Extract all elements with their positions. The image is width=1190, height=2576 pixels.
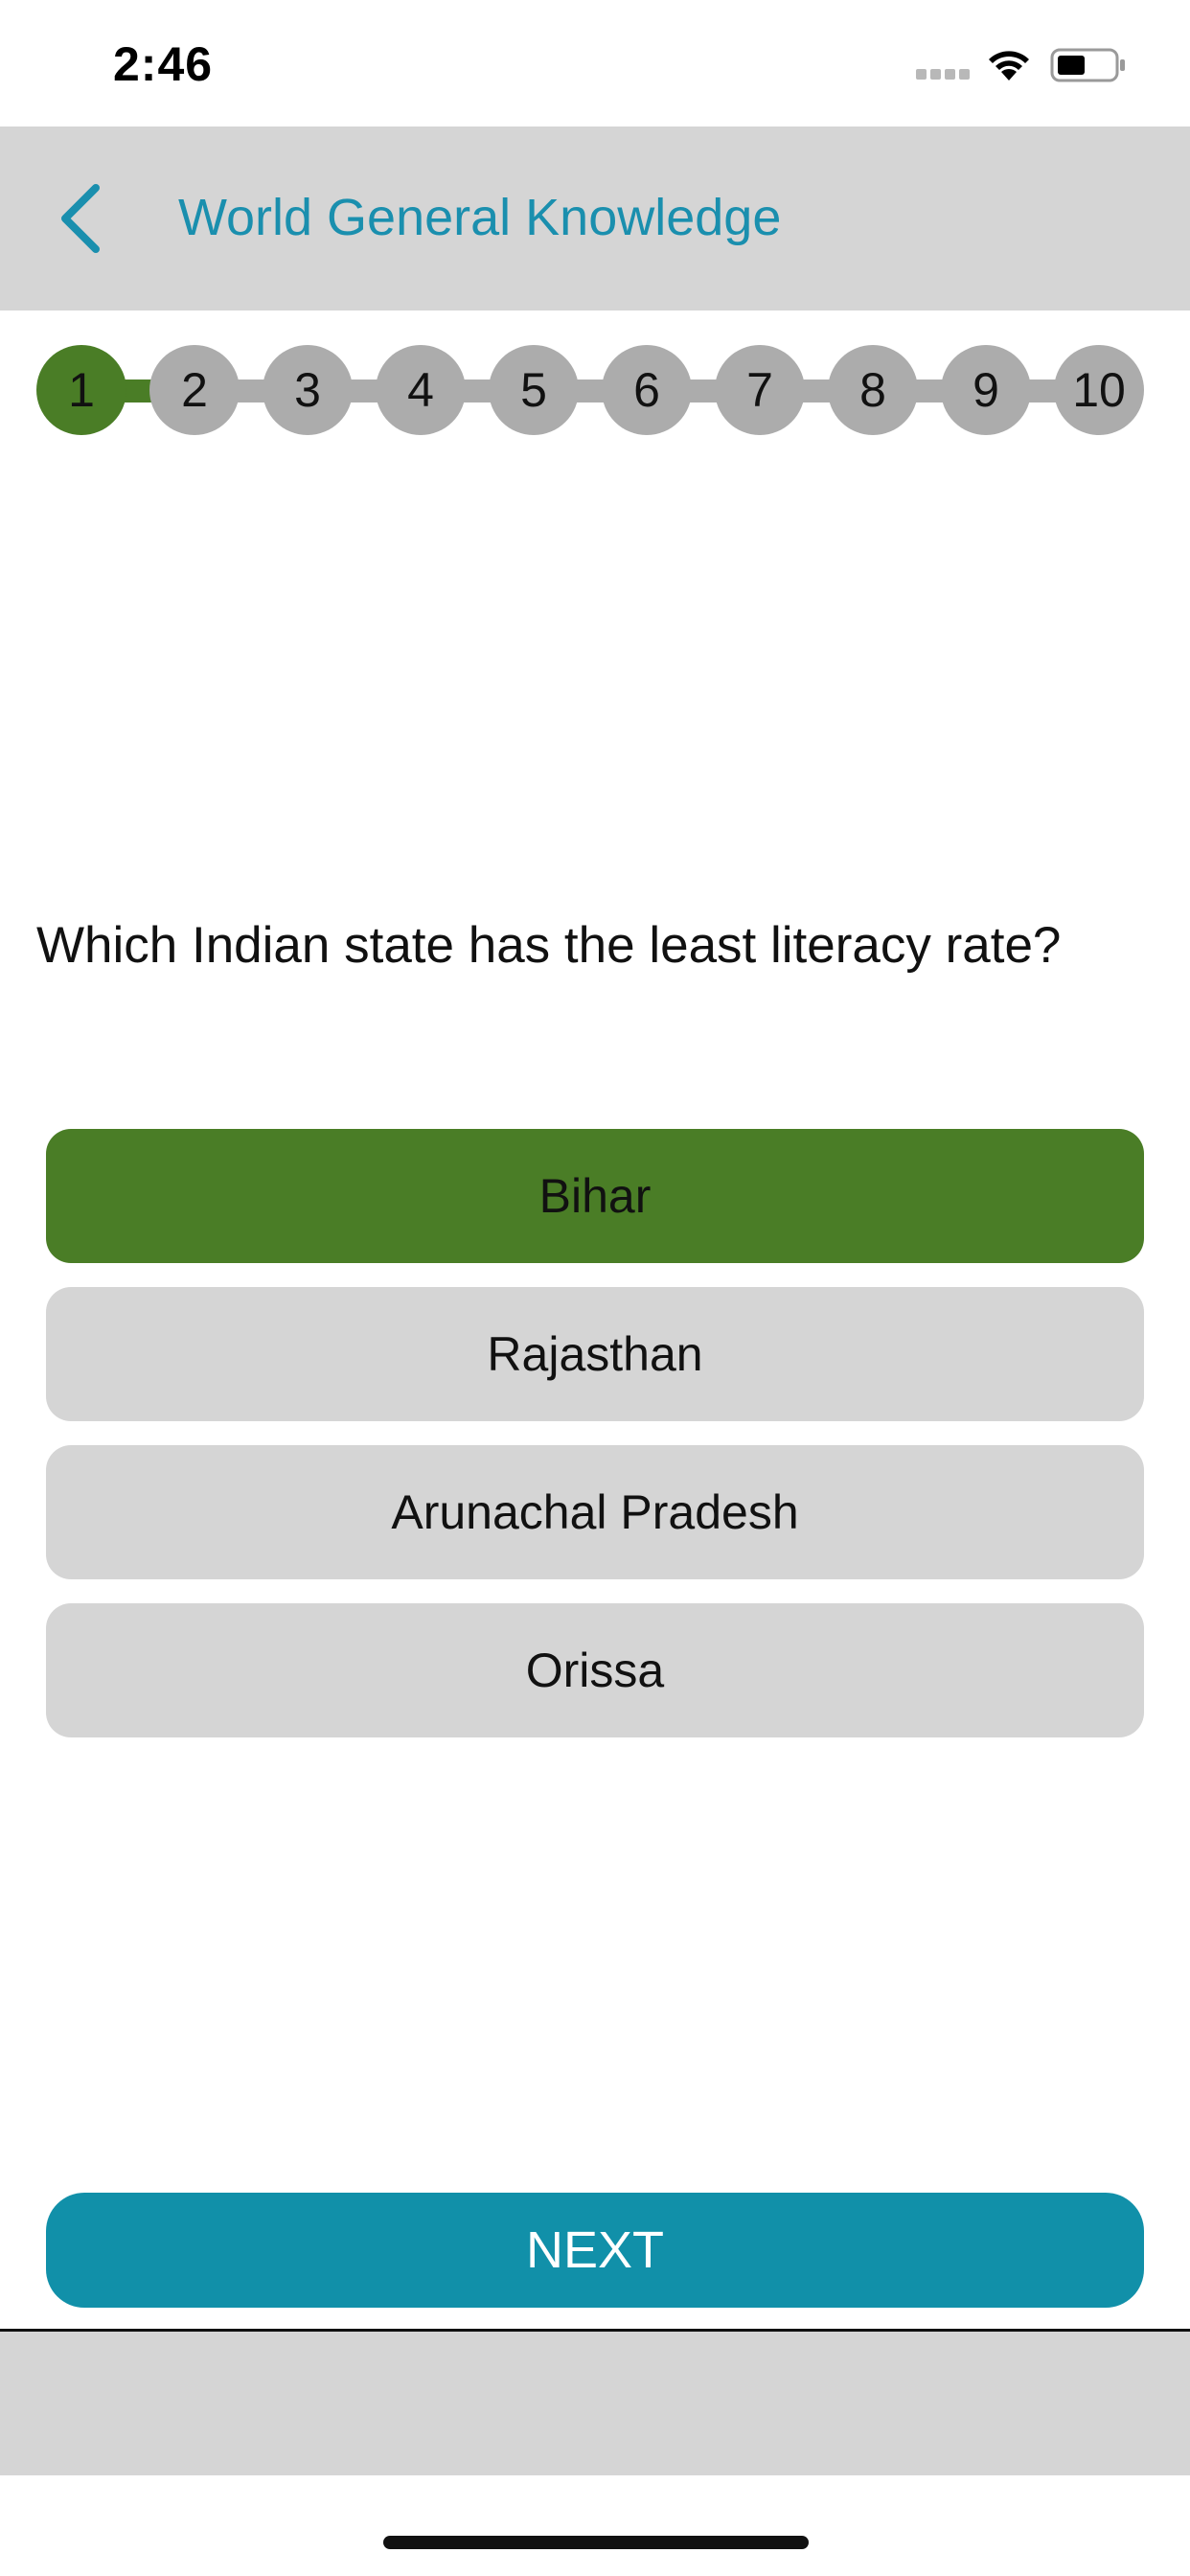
step-3[interactable]: 3: [263, 345, 353, 435]
step-2[interactable]: 2: [149, 345, 240, 435]
status-time: 2:46: [113, 37, 214, 91]
battery-icon: [1050, 48, 1125, 82]
answer-option-1[interactable]: Bihar: [46, 1129, 1144, 1263]
step-5[interactable]: 5: [489, 345, 579, 435]
question-text: Which Indian state has the least literac…: [36, 917, 1062, 974]
wifi-icon: [989, 51, 1029, 80]
chevron-left-icon[interactable]: [56, 182, 105, 255]
page-title: World General Knowledge: [178, 189, 782, 246]
next-button[interactable]: NEXT: [46, 2193, 1144, 2308]
navigation-bar: World General Knowledge: [0, 126, 1190, 310]
answer-option-3[interactable]: Arunachal Pradesh: [46, 1445, 1144, 1579]
quiz-screen: 2:46 World General Knowledge 1 2 3 4 5 6…: [0, 0, 1190, 2576]
status-bar: 2:46: [0, 0, 1190, 126]
step-7[interactable]: 7: [715, 345, 805, 435]
step-9[interactable]: 9: [941, 345, 1031, 435]
bottom-bar: [0, 2332, 1190, 2475]
cellular-signal-icon: [916, 69, 972, 80]
step-4[interactable]: 4: [376, 345, 466, 435]
question-progress-steps: 1 2 3 4 5 6 7 8 9 10: [36, 345, 1144, 437]
step-6[interactable]: 6: [602, 345, 692, 435]
step-10[interactable]: 10: [1054, 345, 1144, 435]
step-8[interactable]: 8: [828, 345, 918, 435]
answer-option-4[interactable]: Orissa: [46, 1603, 1144, 1737]
home-indicator[interactable]: [383, 2536, 809, 2549]
answer-option-2[interactable]: Rajasthan: [46, 1287, 1144, 1421]
step-1[interactable]: 1: [36, 345, 126, 435]
